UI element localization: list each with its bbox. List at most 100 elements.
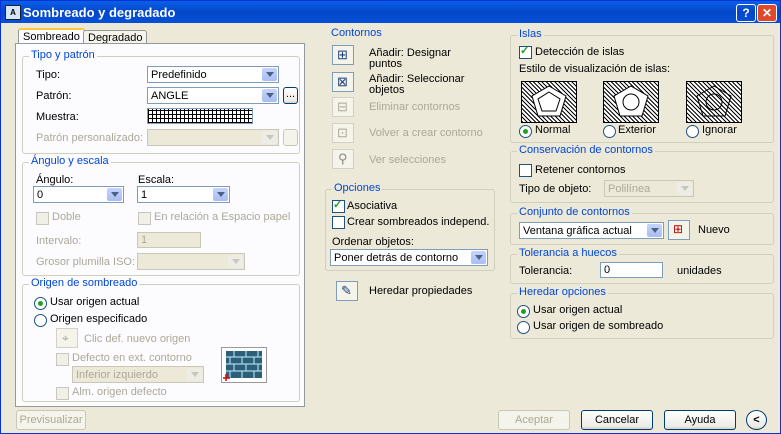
- estilo-islas-label: Estilo de visualización de islas:: [519, 63, 671, 75]
- retener-contornos-label: Retener contornos: [535, 164, 626, 176]
- eliminar-contornos-label: Eliminar contornos: [369, 101, 461, 113]
- aceptar-button[interactable]: Aceptar: [498, 410, 570, 430]
- alm-origen-label: Alm. origen defecto: [72, 386, 167, 398]
- relacion-papel-checkbox[interactable]: [138, 212, 151, 225]
- island-normal-preview[interactable]: [521, 81, 577, 123]
- previsualizar-button[interactable]: Previsualizar: [16, 410, 86, 430]
- grosor-select[interactable]: [137, 253, 245, 270]
- chevron-down-icon: [213, 188, 228, 201]
- heredar-usar-sombreado-radio[interactable]: [517, 321, 530, 334]
- asociativa-checkbox[interactable]: [332, 198, 345, 213]
- pick-points-icon: ⊞: [337, 47, 348, 62]
- anadir-designar-button[interactable]: ⊞: [332, 45, 354, 65]
- chevron-down-icon: [471, 251, 486, 264]
- angulo-value: 0: [37, 189, 44, 201]
- island-exterior-radio[interactable]: [603, 125, 616, 138]
- heredar-usar-sombreado-label: Usar origen de sombreado: [533, 320, 664, 332]
- island-ignorar-preview[interactable]: [686, 81, 742, 123]
- hatch-dialog: A Sombreado y degradado ? ✕ Sombreado De…: [0, 0, 781, 434]
- chevron-down-icon: [187, 368, 202, 381]
- recreate-boundary-icon: ⊡: [337, 125, 348, 140]
- help-title-button[interactable]: ?: [736, 4, 756, 22]
- tipo-objeto-select[interactable]: Polilínea: [604, 180, 694, 197]
- deteccion-islas-label: Detección de islas: [535, 46, 625, 58]
- retener-contornos-checkbox[interactable]: [519, 164, 532, 177]
- patron-personalizado-select[interactable]: [147, 129, 279, 146]
- escala-value: 1: [141, 189, 148, 201]
- tolerancia-label: Tolerancia:: [519, 265, 573, 277]
- nuevo-conjunto-button[interactable]: ⊞: [668, 220, 690, 240]
- ordenar-objetos-label: Ordenar objetos:: [332, 236, 414, 248]
- defecto-ext-checkbox[interactable]: [56, 353, 69, 366]
- window-title: Sombreado y degradado: [23, 5, 176, 20]
- island-normal-label: Normal: [535, 124, 571, 136]
- island-normal-radio[interactable]: [519, 125, 532, 138]
- tipo-objeto-value: Polilínea: [608, 183, 651, 195]
- heredar-usar-actual-radio[interactable]: [517, 305, 530, 318]
- select-objects-icon: ⊠: [337, 74, 348, 89]
- posicion-origen-value: Inferior izquierdo: [76, 369, 158, 381]
- deteccion-islas-checkbox[interactable]: [519, 44, 532, 59]
- alm-origen-checkbox[interactable]: [56, 387, 69, 400]
- island-exterior-preview[interactable]: [603, 81, 659, 123]
- magnifier-icon: ⚲: [338, 151, 348, 166]
- intervalo-input[interactable]: 1: [137, 232, 201, 248]
- escala-label: Escala:: [138, 174, 175, 186]
- legend-conservacion: Conservación de contornos: [517, 144, 655, 156]
- nuevo-conjunto-label: Nuevo: [698, 224, 730, 236]
- pattern-swatch[interactable]: [147, 108, 253, 124]
- chevron-down-icon: [262, 89, 277, 102]
- volver-crear-label: Volver a crear contorno: [369, 127, 483, 139]
- clic-def-origen-button[interactable]: ⌖: [56, 328, 78, 348]
- escala-select[interactable]: 1: [137, 186, 230, 203]
- doble-checkbox[interactable]: [36, 212, 49, 225]
- island-ignorar-radio[interactable]: [686, 125, 699, 138]
- remove-boundary-icon: ⊟: [337, 99, 348, 114]
- anadir-seleccionar-button[interactable]: ⊠: [332, 72, 354, 92]
- crear-independ-checkbox[interactable]: [332, 216, 345, 229]
- intervalo-label: Intervalo:: [36, 235, 82, 247]
- origin-preview-icon: [221, 347, 267, 383]
- legend-angulo-escala: Ángulo y escala: [29, 155, 111, 167]
- more-options-button[interactable]: <: [746, 410, 767, 430]
- legend-islas: Islas: [517, 28, 544, 40]
- crosshair-icon: ⌖: [62, 331, 69, 345]
- legend-tipo-patron: Tipo y patrón: [29, 49, 97, 61]
- tipo-value: Predefinido: [151, 69, 207, 81]
- tipo-select[interactable]: Predefinido: [147, 66, 279, 83]
- cancelar-button[interactable]: Cancelar: [581, 410, 653, 430]
- tolerancia-input[interactable]: 0: [600, 262, 663, 278]
- chevron-down-icon: [677, 182, 692, 195]
- relacion-papel-label: En relación a Espacio papel: [154, 211, 291, 223]
- patron-personalizado-label: Patrón personalizado:: [36, 132, 144, 144]
- ayuda-button[interactable]: Ayuda: [664, 410, 736, 430]
- conjunto-select[interactable]: Ventana gráfica actual: [519, 222, 664, 239]
- legend-heredar-opciones: Heredar opciones: [517, 286, 608, 298]
- eliminar-contornos-button[interactable]: ⊟: [332, 97, 354, 117]
- close-title-button[interactable]: ✕: [757, 4, 777, 22]
- conjunto-value: Ventana gráfica actual: [523, 225, 632, 237]
- chevron-down-icon: [228, 255, 243, 268]
- ordenar-objetos-select[interactable]: Poner detrás de contorno: [330, 249, 488, 266]
- patron-value: ANGLE: [151, 90, 189, 102]
- patron-personalizado-browse-button[interactable]: [283, 129, 298, 146]
- heredar-usar-actual-label: Usar origen actual: [533, 304, 623, 316]
- crear-independ-label: Crear sombreados independ.: [347, 216, 490, 228]
- legend-opciones: Opciones: [332, 182, 383, 194]
- heredar-propiedades-button[interactable]: ✎: [336, 281, 358, 301]
- usar-origen-actual-label: Usar origen actual: [50, 296, 140, 308]
- chevron-down-icon: [262, 68, 277, 81]
- patron-select[interactable]: ANGLE: [147, 87, 279, 104]
- patron-browse-button[interactable]: ...: [283, 87, 298, 104]
- volver-crear-button[interactable]: ⊡: [332, 123, 354, 143]
- heredar-propiedades-label: Heredar propiedades: [369, 285, 473, 297]
- posicion-origen-select[interactable]: Inferior izquierdo: [72, 366, 204, 383]
- angulo-select[interactable]: 0: [33, 186, 124, 203]
- ver-selecciones-button[interactable]: ⚲: [332, 149, 354, 169]
- ordenar-objetos-value: Poner detrás de contorno: [334, 252, 459, 264]
- usar-origen-actual-radio[interactable]: [34, 297, 47, 310]
- legend-tolerancia: Tolerancia a huecos: [517, 247, 619, 259]
- legend-contornos: Contornos: [329, 27, 384, 39]
- asociativa-label: Asociativa: [347, 200, 398, 212]
- origen-especificado-radio[interactable]: [34, 314, 47, 327]
